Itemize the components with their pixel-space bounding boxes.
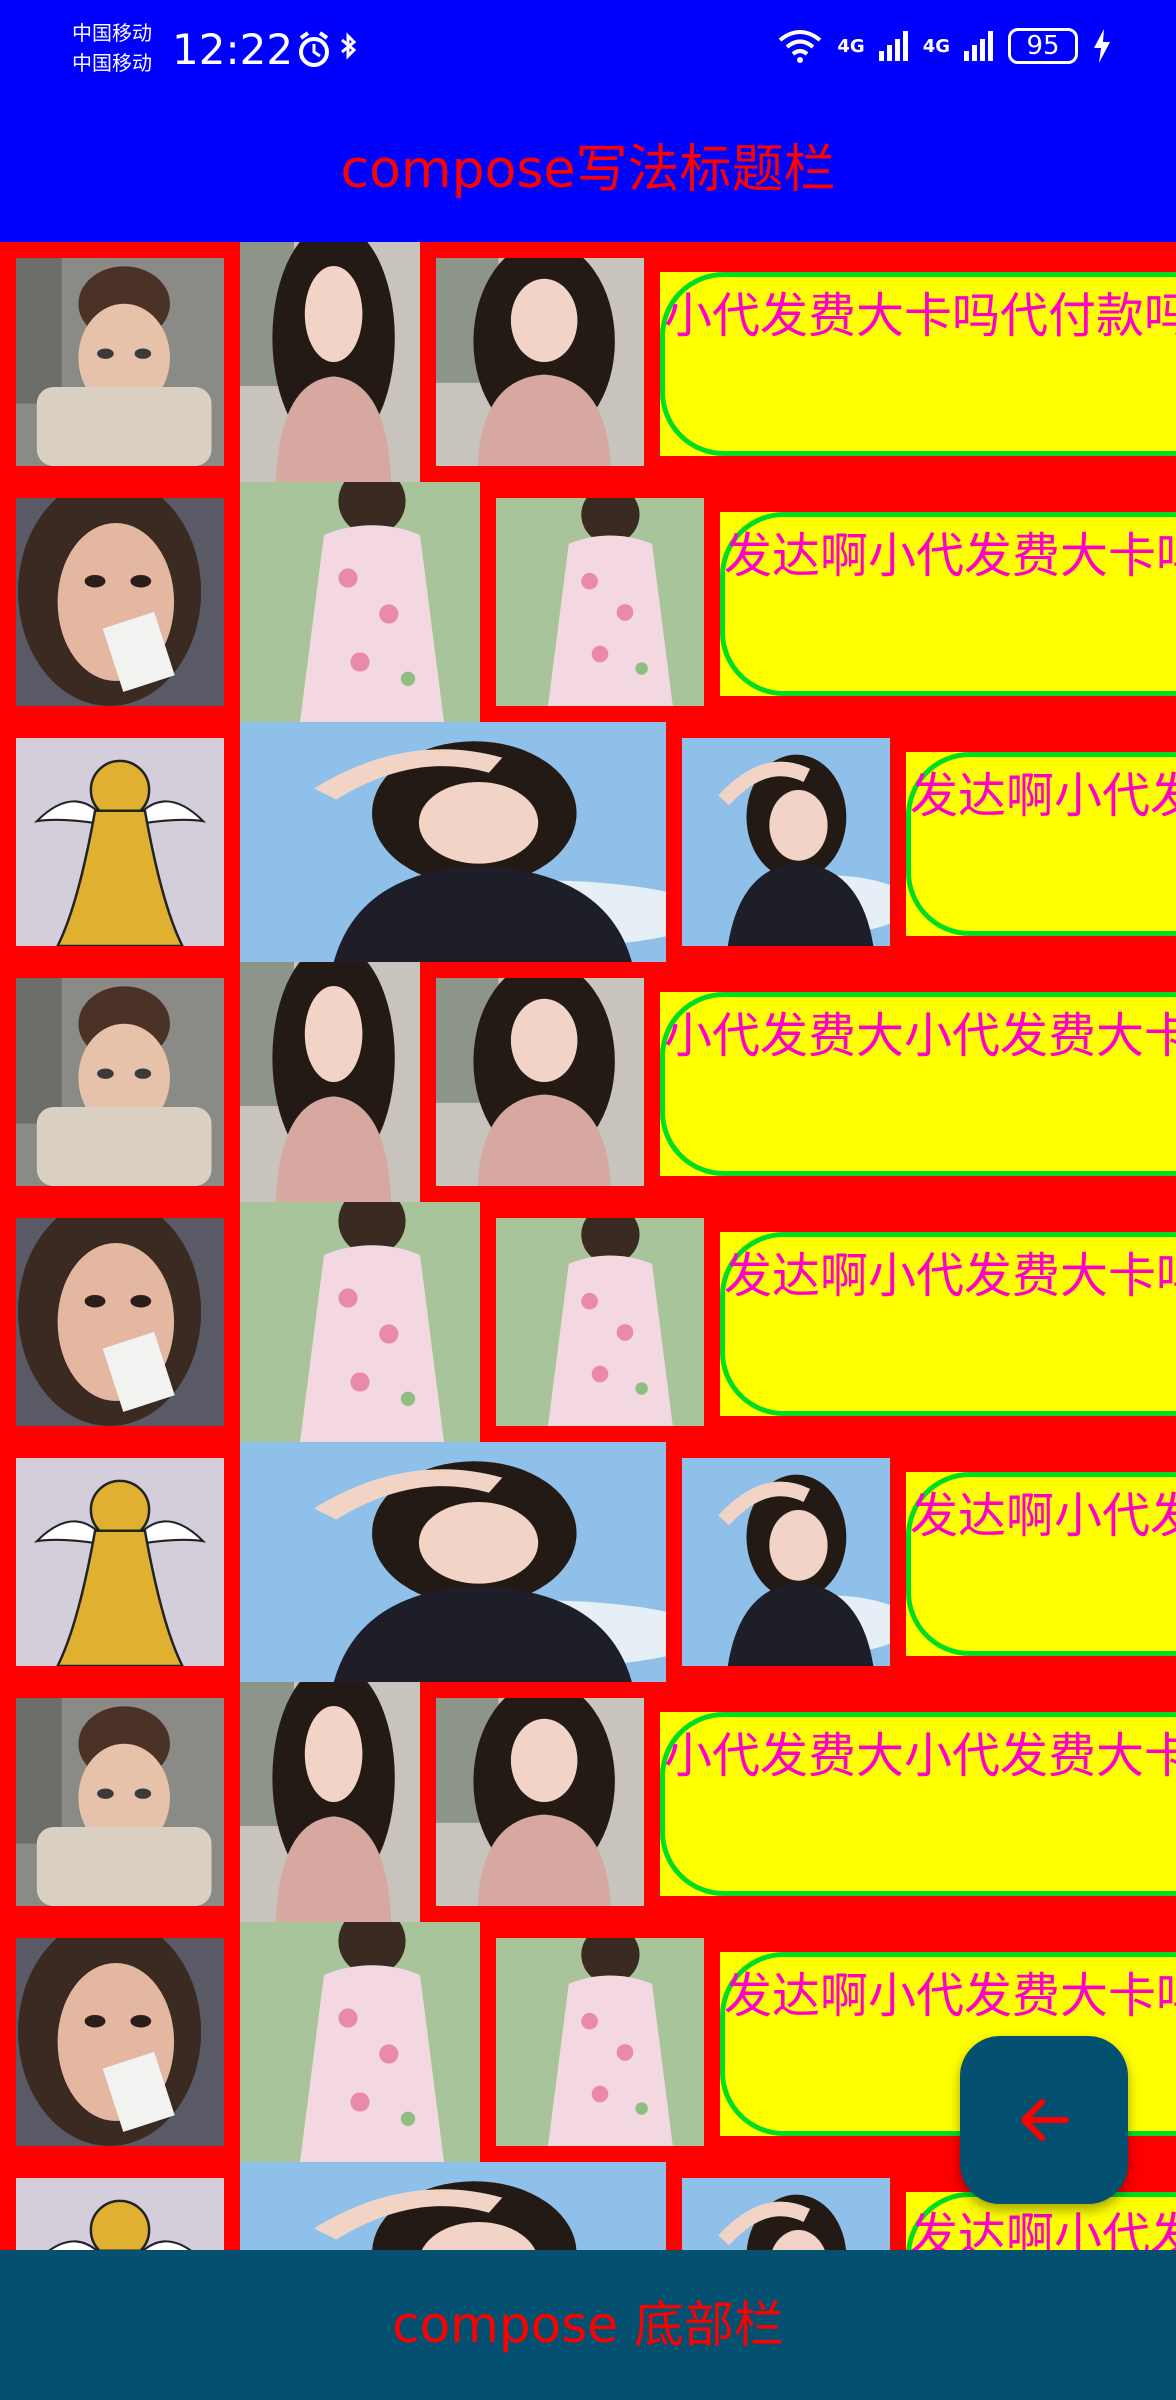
status-right: 4G 4G 95 [777, 28, 1112, 64]
network-type-1: 4G [837, 35, 865, 57]
bottom-bar: compose 底部栏 [0, 2250, 1176, 2400]
woman-floral-dress-photo [496, 1938, 704, 2146]
chip-text: 发达啊小代发费大卡吗 [724, 528, 1176, 584]
woman-pink-top-photo [240, 1682, 420, 1922]
yellow-bear-graffiti-photo [16, 2178, 224, 2250]
yellow-bear-graffiti-photo [16, 738, 224, 946]
alarm-icon [299, 31, 329, 67]
network-type-2: 4G [922, 35, 950, 57]
yellow-bear-graffiti-photo [16, 1458, 224, 1666]
woman-pink-top-photo [240, 962, 420, 1202]
battery-level: 95 [1008, 28, 1078, 64]
list-item: 小代发费大小代发费大卡 [0, 962, 1176, 1202]
woman-holding-polaroid-photo [16, 1218, 224, 1426]
woman-pink-top-photo [240, 242, 420, 482]
back-fab-button[interactable] [960, 2036, 1128, 2204]
wifi-icon [779, 30, 822, 63]
woman-knit-sweater-photo [16, 258, 224, 466]
signal-icon [964, 31, 993, 61]
text-chip: 小代发费大卡吗代付款吗 [660, 272, 1176, 456]
text-chip: 发达啊小代发费大卡吗 [720, 1232, 1176, 1416]
woman-saluting-sky-photo [682, 2178, 890, 2250]
woman-saluting-sky-photo [682, 738, 890, 946]
text-chip: 小代发费大小代发费大卡 [660, 992, 1176, 1176]
chip-text: 小代发费大小代发费大卡 [664, 1008, 1176, 1064]
woman-saluting-sky-photo [240, 2162, 666, 2250]
chip-text: 发达啊小代发费大卡 [910, 2208, 1176, 2250]
woman-knit-sweater-photo [16, 978, 224, 1186]
list-item: 发达啊小代发费大卡吗 [0, 482, 1176, 722]
carrier-labels: 中国移动 中国移动 [72, 18, 152, 78]
carrier-1: 中国移动 [72, 21, 152, 45]
carrier-2: 中国移动 [72, 51, 152, 75]
chip-text: 发达啊小代发费大卡 [910, 1488, 1176, 1544]
status-left-icons [296, 30, 376, 74]
woman-floral-dress-photo [496, 498, 704, 706]
arrow-left-icon [1021, 2099, 1069, 2141]
status-bar: 中国移动 中国移动 12:22 4G 4G 95 [0, 0, 1176, 100]
chip-text: 小代发费大小代发费大卡 [664, 1728, 1176, 1784]
list-item: 小代发费大卡吗代付款吗 [0, 242, 1176, 482]
bottom-bar-label: compose 底部栏 [392, 2296, 784, 2354]
woman-pink-top-photo [436, 978, 644, 1186]
text-chip: 发达啊小代发费大卡吗 [720, 512, 1176, 696]
list-item: 发达啊小代发费大卡 [0, 1442, 1176, 1682]
list-item: 发达啊小代发费大卡 [0, 722, 1176, 962]
woman-saluting-sky-photo [682, 1458, 890, 1666]
chip-text: 发达啊小代发费大卡吗 [724, 1248, 1176, 1304]
bluetooth-icon [341, 32, 357, 60]
photo-list[interactable]: 小代发费大卡吗代付款吗 发达啊小代发费大卡吗 发达啊小代发费大卡 小代 [0, 242, 1176, 2250]
chip-text: 小代发费大卡吗代付款吗 [664, 288, 1176, 344]
text-chip: 发达啊小代发费大卡 [906, 1472, 1176, 1656]
woman-pink-top-photo [436, 258, 644, 466]
woman-floral-dress-photo [240, 1922, 480, 2162]
list-item: 小代发费大小代发费大卡 [0, 1682, 1176, 1922]
woman-floral-dress-photo [496, 1218, 704, 1426]
woman-pink-top-photo [436, 1698, 644, 1906]
woman-floral-dress-photo [240, 1202, 480, 1442]
chip-text: 发达啊小代发费大卡 [910, 768, 1176, 824]
charging-icon [1094, 29, 1110, 63]
woman-saluting-sky-photo [240, 722, 666, 962]
text-chip: 小代发费大小代发费大卡 [660, 1712, 1176, 1896]
woman-floral-dress-photo [240, 482, 480, 722]
clock: 12:22 [172, 25, 294, 74]
woman-knit-sweater-photo [16, 1698, 224, 1906]
woman-saluting-sky-photo [240, 1442, 666, 1682]
woman-holding-polaroid-photo [16, 498, 224, 706]
signal-icon [878, 31, 908, 61]
text-chip: 发达啊小代发费大卡 [906, 752, 1176, 936]
list-item: 发达啊小代发费大卡吗 [0, 1202, 1176, 1442]
chip-text: 发达啊小代发费大卡吗 [724, 1968, 1176, 2024]
page-title: compose写法标题栏 [340, 140, 836, 200]
woman-holding-polaroid-photo [16, 1938, 224, 2146]
top-app-bar: compose写法标题栏 [0, 100, 1176, 242]
